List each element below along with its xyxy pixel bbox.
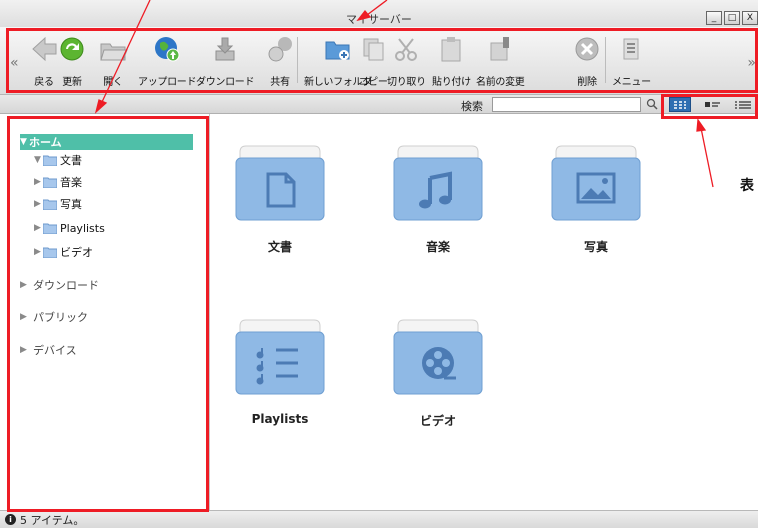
callout-arrows xyxy=(94,0,714,188)
annotation-label: 表 xyxy=(740,178,754,194)
